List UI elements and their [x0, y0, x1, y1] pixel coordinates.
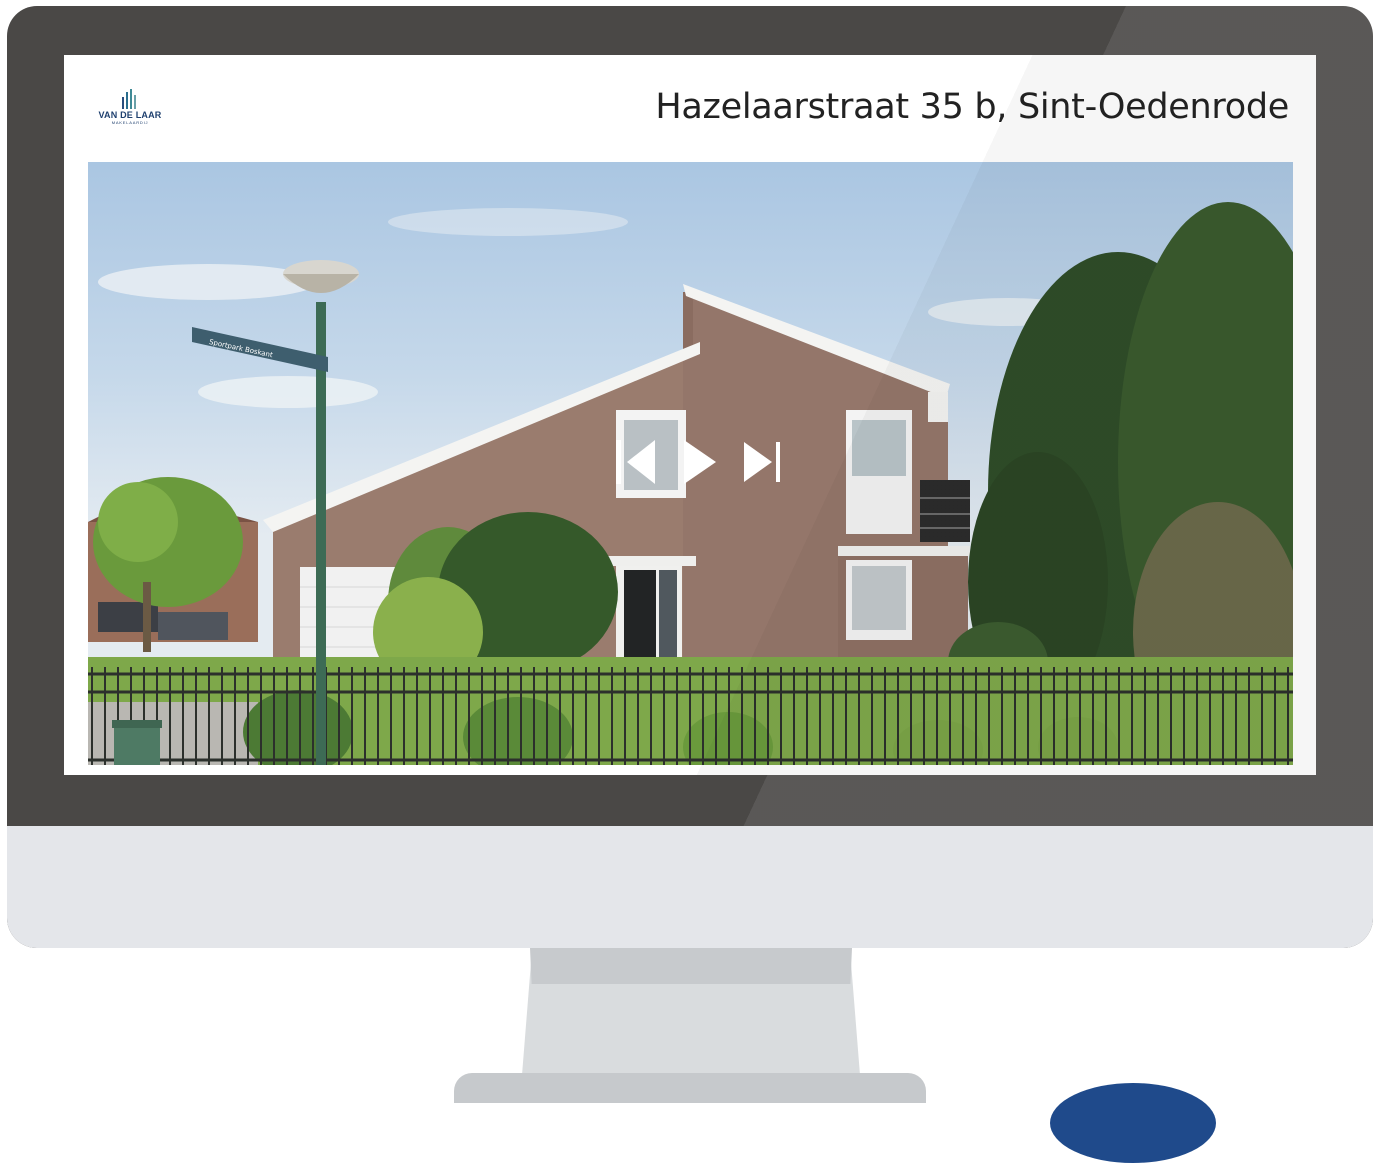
- monitor-bezel: VAN DE LAAR MAKELAARDIJ Hazelaarstraat 3…: [7, 6, 1373, 948]
- monitor-stand-base: [454, 1073, 926, 1103]
- brand-logo[interactable]: VAN DE LAAR MAKELAARDIJ: [90, 89, 170, 129]
- triangle-right-icon: [684, 440, 716, 484]
- triangle-left-icon: [616, 440, 655, 484]
- monitor-screen: VAN DE LAAR MAKELAARDIJ Hazelaarstraat 3…: [64, 55, 1316, 775]
- brand-name: VAN DE LAAR: [98, 110, 162, 120]
- slideshow-controls: [616, 434, 816, 490]
- listing-address: Hazelaarstraat 35 b, Sint-Oedenrode: [655, 87, 1289, 127]
- building-icon: [122, 89, 136, 109]
- property-photo: Sportpark Boskant: [88, 162, 1293, 765]
- monitor-chin: [7, 826, 1373, 948]
- brand-subtitle: MAKELAARDIJ: [111, 120, 149, 125]
- skip-to-end-icon: [744, 442, 780, 482]
- stand-shadow: [530, 948, 852, 984]
- corner-badge: [1050, 1083, 1216, 1163]
